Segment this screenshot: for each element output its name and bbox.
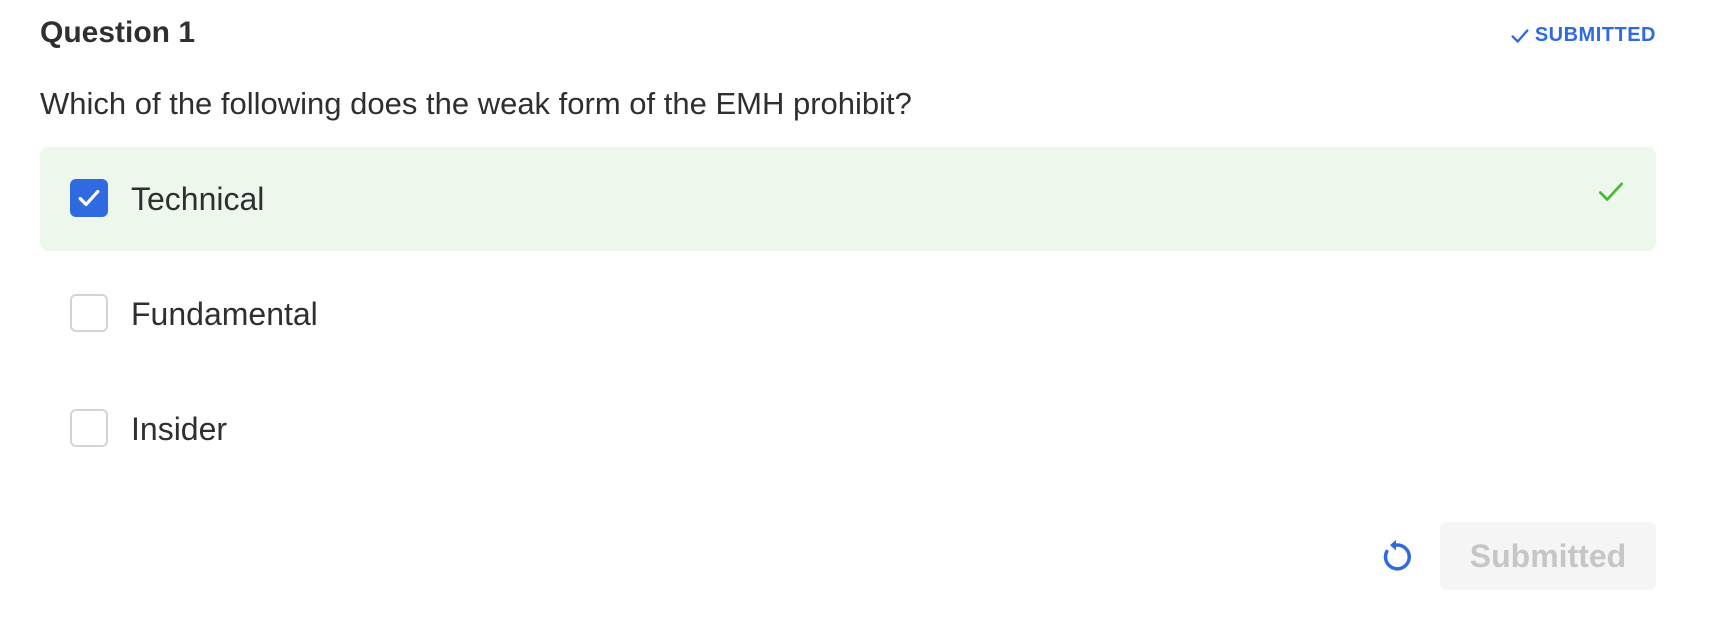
checkbox-unchecked[interactable] xyxy=(70,409,108,447)
option-fundamental[interactable]: Fundamental xyxy=(40,262,1656,366)
option-technical[interactable]: Technical xyxy=(40,147,1656,251)
question-header: Question 1 SUBMITTED xyxy=(40,12,1656,56)
submitted-status-badge: SUBMITTED xyxy=(1509,24,1656,47)
check-icon xyxy=(1511,28,1529,43)
option-label: Fundamental xyxy=(131,296,318,332)
option-label: Insider xyxy=(131,411,228,447)
check-icon xyxy=(1599,182,1623,201)
checkbox-checked[interactable] xyxy=(70,179,108,217)
question-text: Which of the following does the weak for… xyxy=(40,86,912,121)
reset-icon[interactable] xyxy=(1377,538,1415,576)
question-title: Question 1 xyxy=(40,16,196,49)
checkbox-unchecked[interactable] xyxy=(70,294,108,332)
quiz-question: Question 1 SUBMITTED Which of the follow… xyxy=(40,0,1656,640)
status-label: SUBMITTED xyxy=(1534,24,1656,46)
option-insider[interactable]: Insider xyxy=(40,377,1656,481)
checkmark-icon xyxy=(78,189,100,207)
option-label: Technical xyxy=(131,181,265,217)
submit-button[interactable]: Submitted xyxy=(1440,522,1656,590)
